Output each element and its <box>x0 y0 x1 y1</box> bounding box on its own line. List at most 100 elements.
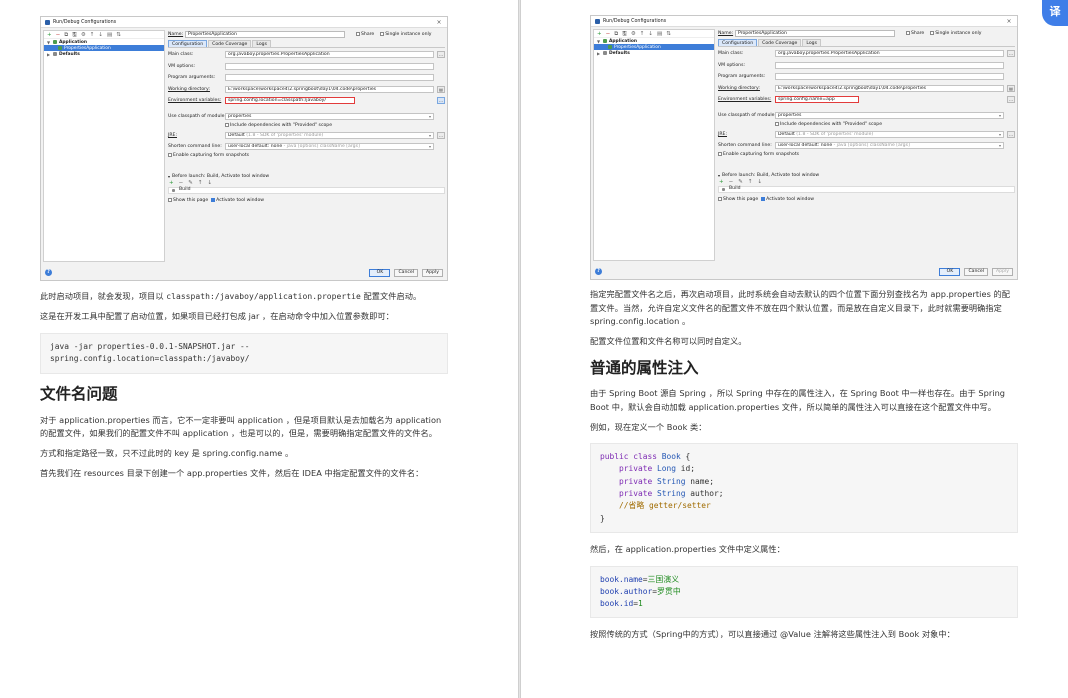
name-input[interactable]: PropertiesApplication <box>185 30 345 38</box>
move-up-icon[interactable]: ↑ <box>90 32 95 38</box>
shorten-command-select[interactable]: user-local default: none - java [options… <box>225 143 434 150</box>
tab-logs[interactable]: Logs <box>802 39 821 46</box>
classpath-module-select[interactable]: properties ▾ <box>225 113 434 120</box>
activate-tool-checkbox[interactable] <box>761 197 766 201</box>
main-class-input[interactable]: org.javaboy.properties.PropertiesApplica… <box>775 50 1004 57</box>
share-checkbox[interactable] <box>356 32 360 36</box>
classpath-module-select[interactable]: properties ▾ <box>775 112 1004 119</box>
environment-variables-input[interactable]: spring.config.location=classpath:/javabo… <box>225 97 355 104</box>
environment-variables-input[interactable]: spring.config.name=app <box>775 96 859 103</box>
remove-icon[interactable]: − <box>56 32 61 38</box>
close-icon[interactable]: × <box>435 19 443 26</box>
single-instance-checkbox-group[interactable]: Single instance only <box>930 31 982 36</box>
working-directory-input[interactable]: E:\workspace\workspace4\2.springboot\day… <box>225 85 434 93</box>
save-icon[interactable]: 🖫 <box>72 32 77 38</box>
chevron-down-icon[interactable]: ▾ <box>168 174 170 179</box>
sort-icon[interactable]: ⇅ <box>116 32 121 38</box>
ok-button[interactable]: OK <box>369 268 391 277</box>
tab-logs[interactable]: Logs <box>252 40 271 47</box>
ok-button[interactable]: OK <box>939 267 961 276</box>
enable-snapshots-row[interactable]: Enable capturing form snapshots <box>168 152 445 159</box>
before-launch-build-item[interactable]: Build <box>718 185 1015 193</box>
move-up-icon[interactable]: ↑ <box>748 179 753 185</box>
remove-icon[interactable]: − <box>729 179 734 185</box>
single-instance-label: Single instance only <box>385 31 432 37</box>
share-checkbox[interactable] <box>906 31 910 35</box>
before-launch-title[interactable]: ▾ Before launch: Build, Activate tool wi… <box>718 172 1015 179</box>
apply-button[interactable]: Apply <box>422 268 443 277</box>
working-directory-input[interactable]: E:\workspace\workspace4\2.springboot\day… <box>775 84 1004 92</box>
main-class-input[interactable]: org.javaboy.properties.PropertiesApplica… <box>225 51 434 58</box>
single-instance-checkbox[interactable] <box>380 32 385 36</box>
enable-snapshots-checkbox[interactable] <box>718 152 722 156</box>
chevron-down-icon[interactable]: ▾ <box>718 173 720 178</box>
move-up-icon[interactable]: ↑ <box>198 180 203 186</box>
save-icon[interactable]: 🖫 <box>622 31 627 37</box>
add-icon[interactable]: + <box>597 31 602 37</box>
activate-tool-checkbox[interactable] <box>211 198 216 202</box>
before-launch-build-item[interactable]: Build <box>168 186 445 194</box>
copy-icon[interactable]: ⧉ <box>64 32 68 38</box>
edit-env-button[interactable]: ... <box>437 97 445 104</box>
jre-select[interactable]: Default (1.8 - SDK of 'properties' modul… <box>225 131 434 139</box>
move-down-icon[interactable]: ↓ <box>207 180 212 186</box>
settings-icon[interactable]: ⚙ <box>81 32 86 38</box>
single-instance-checkbox-group[interactable]: Single instance only <box>380 31 432 37</box>
vm-options-input[interactable] <box>775 61 1004 69</box>
add-icon[interactable]: + <box>47 32 52 38</box>
name-input[interactable]: PropertiesApplication <box>735 29 895 37</box>
move-down-icon[interactable]: ↓ <box>98 32 103 38</box>
move-down-icon[interactable]: ↓ <box>757 179 762 185</box>
share-checkbox-group[interactable]: Share <box>356 32 374 37</box>
jre-select[interactable]: Default (1.8 - SDK of 'properties' modul… <box>775 130 1004 138</box>
remove-icon[interactable]: − <box>179 180 184 186</box>
tab-code-coverage[interactable]: Code Coverage <box>758 39 802 46</box>
jre-browse-button[interactable]: ... <box>437 131 445 139</box>
include-provided-checkbox[interactable] <box>775 122 779 126</box>
show-page-checkbox[interactable] <box>168 198 172 202</box>
cancel-button[interactable]: Cancel <box>394 268 418 277</box>
before-launch-title[interactable]: ▾ Before launch: Build, Activate tool wi… <box>168 173 445 180</box>
vm-options-input[interactable] <box>225 62 434 70</box>
tree-item-defaults[interactable]: ▶ Defaults <box>44 51 164 57</box>
cancel-button[interactable]: Cancel <box>964 267 988 276</box>
browse-button[interactable]: ... <box>1007 50 1015 57</box>
folder-icon[interactable]: ▤ <box>107 32 112 38</box>
include-provided-checkbox[interactable] <box>225 123 229 127</box>
add-icon[interactable]: + <box>719 179 724 185</box>
enable-snapshots-row[interactable]: Enable capturing form snapshots <box>718 151 1015 158</box>
include-provided-row[interactable]: Include dependencies with "Provided" sco… <box>718 121 1015 128</box>
move-up-icon[interactable]: ↑ <box>640 31 645 37</box>
remove-icon[interactable]: − <box>606 31 611 37</box>
add-icon[interactable]: + <box>169 180 174 186</box>
include-provided-row[interactable]: Include dependencies with "Provided" sco… <box>168 122 445 129</box>
copy-icon[interactable]: ⧉ <box>614 31 618 37</box>
move-down-icon[interactable]: ↓ <box>648 31 653 37</box>
edit-env-button[interactable]: ... <box>1007 96 1015 103</box>
translate-button[interactable]: 译 <box>1042 0 1068 26</box>
tab-configuration[interactable]: Configuration <box>718 39 758 46</box>
apply-button[interactable]: Apply <box>992 267 1013 276</box>
enable-snapshots-checkbox[interactable] <box>168 153 172 157</box>
program-arguments-input[interactable] <box>225 74 434 81</box>
single-instance-checkbox[interactable] <box>930 31 935 35</box>
folder-browse-button[interactable]: ▤ <box>1007 84 1015 92</box>
help-icon[interactable]: ? <box>595 268 602 275</box>
edit-icon[interactable]: ✎ <box>738 179 743 185</box>
tree-item-defaults[interactable]: ▶ Defaults <box>594 50 714 56</box>
close-icon[interactable]: × <box>1005 18 1013 25</box>
folder-browse-button[interactable]: ▤ <box>437 85 445 93</box>
show-page-checkbox[interactable] <box>718 197 722 201</box>
tab-code-coverage[interactable]: Code Coverage <box>208 40 252 47</box>
help-icon[interactable]: ? <box>45 269 52 276</box>
jre-browse-button[interactable]: ... <box>1007 130 1015 138</box>
share-checkbox-group[interactable]: Share <box>906 31 924 36</box>
program-arguments-input[interactable] <box>775 73 1004 80</box>
sort-icon[interactable]: ⇅ <box>666 31 671 37</box>
shorten-command-select[interactable]: user-local default: none - java [options… <box>775 142 1004 149</box>
tab-configuration[interactable]: Configuration <box>168 40 208 47</box>
browse-button[interactable]: ... <box>437 51 445 58</box>
folder-icon[interactable]: ▤ <box>657 31 662 37</box>
edit-icon[interactable]: ✎ <box>188 180 193 186</box>
settings-icon[interactable]: ⚙ <box>631 31 636 37</box>
